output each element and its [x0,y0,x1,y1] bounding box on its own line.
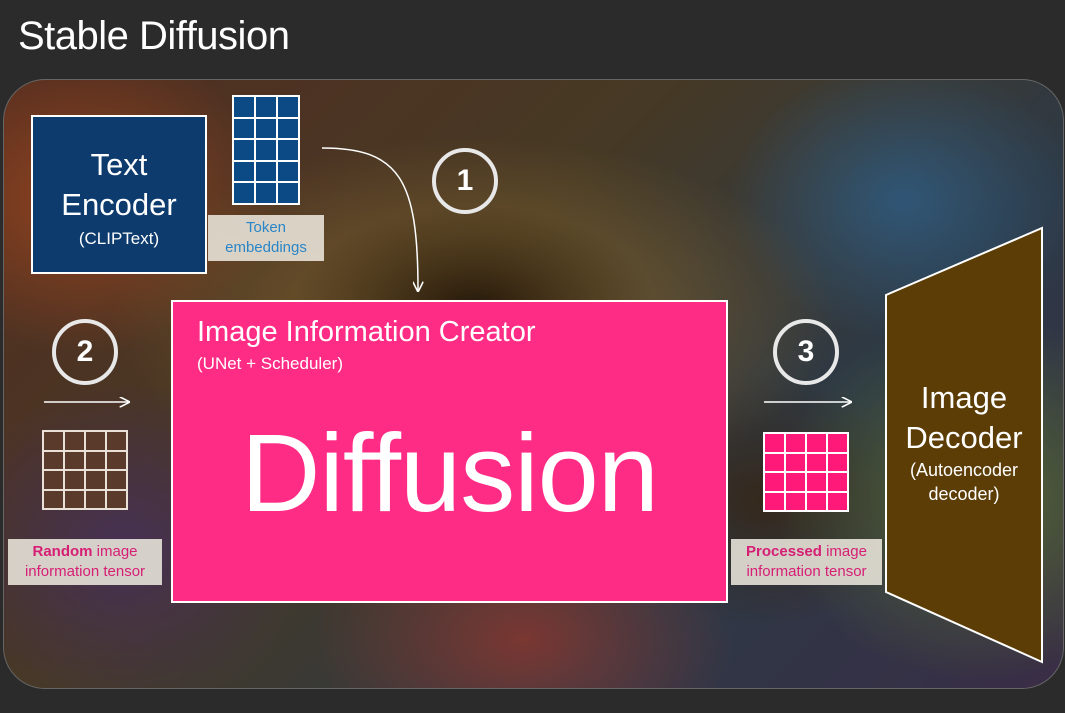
token-to-creator-arrow [321,147,418,290]
decoder-line3: (Autoencoder [909,460,1019,480]
decoder-line4: decoder) [928,484,1000,504]
decoder-line1: Image [920,380,1008,415]
decoder-line2: Decoder [905,420,1023,455]
image-decoder-text: Image Decoder (Autoencoder decoder) [884,226,1044,662]
